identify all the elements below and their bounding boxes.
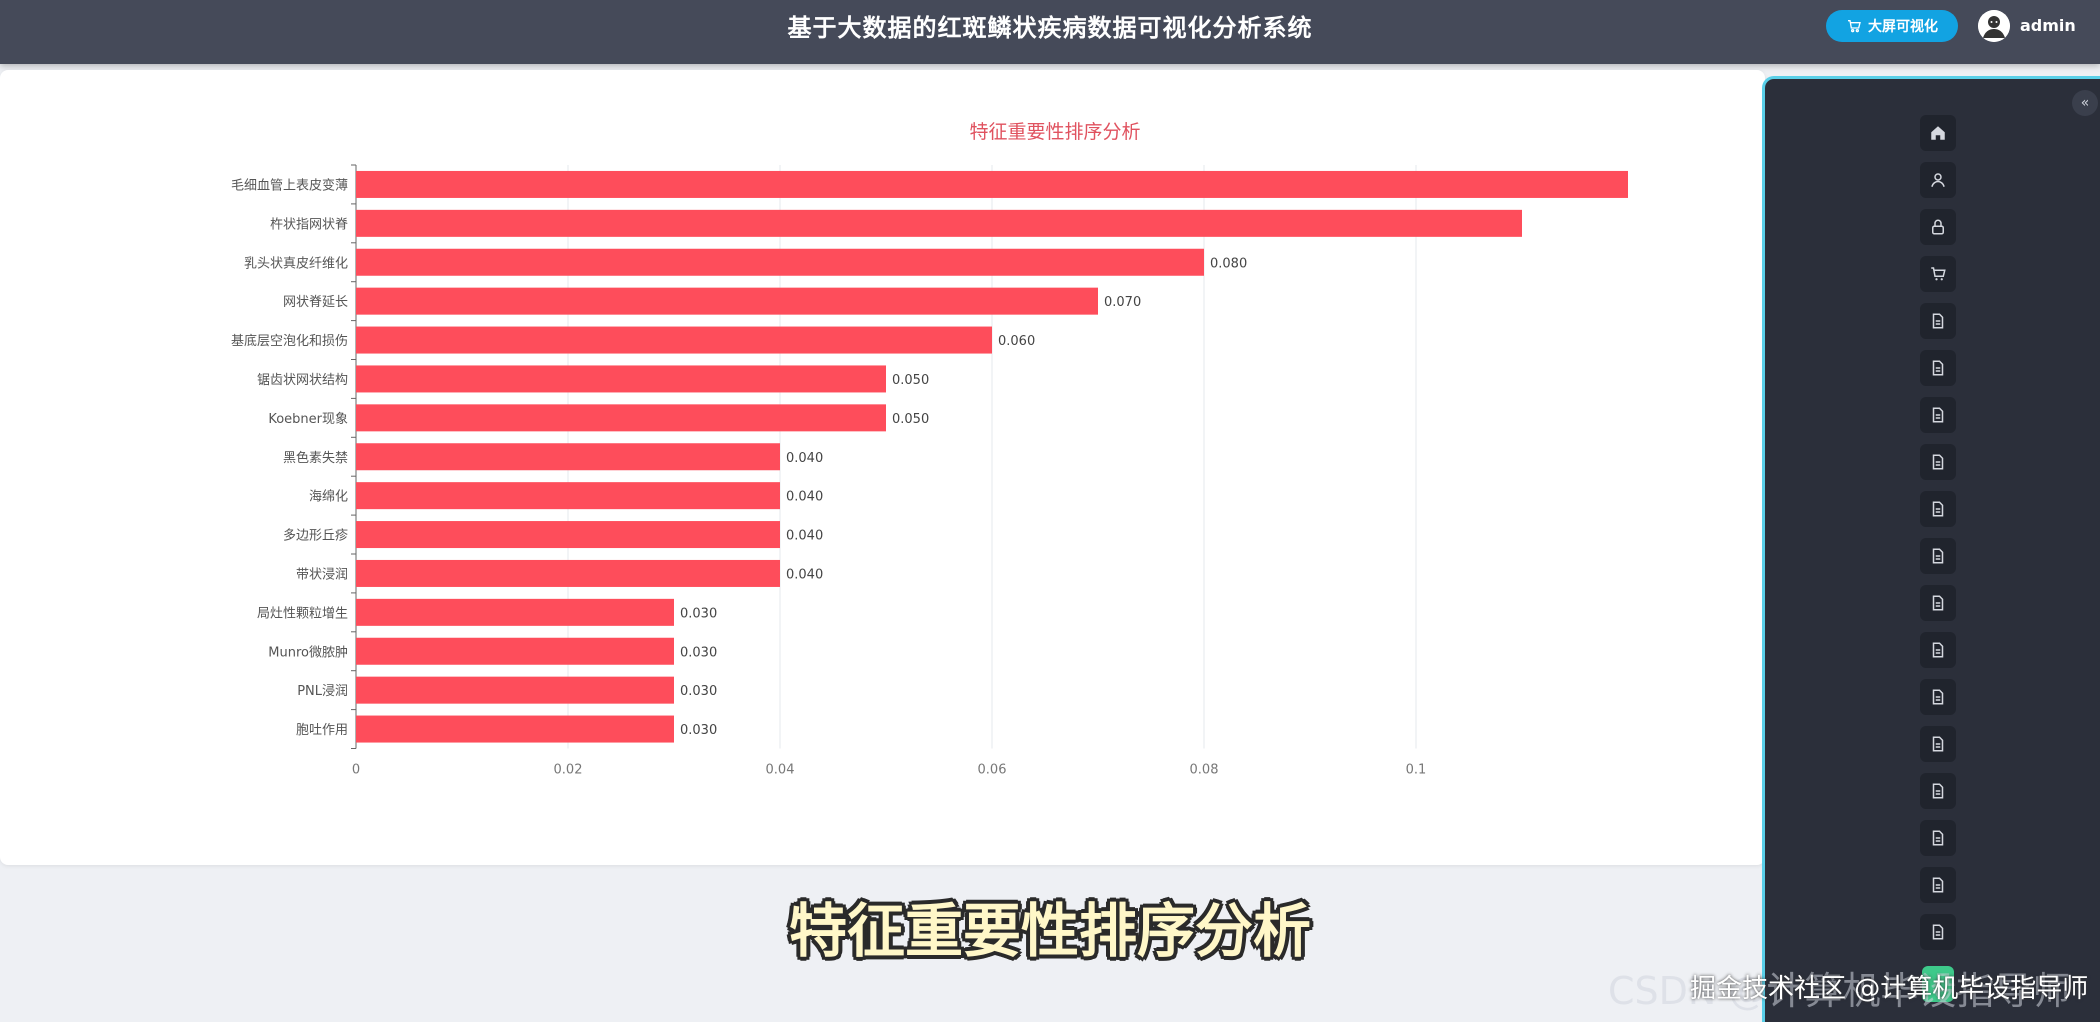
y-tick-label: 毛细血管上表皮变薄 [231, 177, 348, 193]
user-avatar-icon [1978, 10, 2010, 42]
username[interactable]: admin [2020, 14, 2076, 38]
bar [356, 715, 674, 743]
x-tick-label: 0.06 [978, 763, 1007, 778]
document-icon [1932, 642, 1944, 658]
y-tick-label: 基底层空泡化和损伤 [231, 333, 348, 349]
sidebar-item-5[interactable] [1920, 303, 1956, 339]
x-tick-label: 0.02 [554, 763, 583, 778]
data-label: 0.030 [680, 723, 717, 738]
sidebar-item-10[interactable] [1920, 538, 1956, 574]
document-icon [1932, 783, 1944, 799]
bar [356, 637, 674, 665]
y-tick-label: PNL浸润 [297, 684, 348, 699]
sidebar-item-12[interactable] [1920, 632, 1956, 668]
bar [356, 443, 780, 471]
document-icon [1932, 595, 1944, 611]
y-tick-label: 乳头状真皮纤维化 [244, 256, 348, 271]
document-icon [1932, 360, 1944, 376]
cart-icon [1848, 20, 1861, 33]
bar [356, 482, 780, 510]
document-icon [1932, 454, 1944, 470]
bar [356, 559, 780, 587]
bar [356, 170, 1628, 198]
data-label: 0.030 [680, 684, 717, 699]
video-subtitle: 特征重要性排序分析 [788, 897, 1311, 965]
x-tick-label: 0 [352, 763, 360, 778]
data-label: 0.040 [786, 529, 823, 544]
document-icon [1932, 407, 1944, 423]
avatar[interactable] [1978, 10, 2010, 42]
home-icon [1931, 126, 1945, 140]
bar [356, 248, 1204, 276]
data-label: 0.030 [680, 645, 717, 660]
bar [356, 598, 674, 626]
data-label: 0.070 [1104, 295, 1141, 310]
data-label: 0.040 [786, 490, 823, 505]
sidebar-item-3[interactable] [1920, 209, 1956, 245]
y-tick-label: 胞吐作用 [296, 723, 348, 738]
sidebar-item-15[interactable] [1920, 773, 1956, 809]
document-icon [1932, 548, 1944, 564]
x-tick-label: 0.04 [766, 763, 795, 778]
bigscreen-button-label: 大屏可视化 [1868, 19, 1938, 35]
data-label: 0.030 [680, 606, 717, 621]
page-title: 基于大数据的红斑鳞状疾病数据可视化分析系统 [787, 14, 1313, 42]
y-tick-label: 网状脊延长 [283, 295, 348, 310]
data-label: 0.080 [1210, 256, 1247, 271]
document-icon [1932, 313, 1944, 329]
sidebar-item-7[interactable] [1920, 397, 1956, 433]
document-icon [1932, 689, 1944, 705]
y-tick-label: 海绵化 [309, 490, 348, 505]
bar [356, 365, 886, 393]
document-icon [1932, 736, 1944, 752]
chart-card: 特征重要性排序分析 0 0.02 0.04 0.06 0.08 0.1 毛细血管上表皮变薄杵状… [0, 70, 1765, 865]
sidebar-item-6[interactable] [1920, 350, 1956, 386]
sidebar-item-11[interactable] [1920, 585, 1956, 621]
data-label: 0.040 [786, 451, 823, 466]
sidebar-item-16[interactable] [1920, 820, 1956, 856]
bar [356, 326, 992, 354]
data-label: 0.040 [786, 567, 823, 582]
y-tick-label: 带状浸润 [296, 567, 348, 582]
y-tick-label: 黑色素失禁 [283, 450, 348, 466]
y-tick-label: Koebner现象 [268, 412, 348, 427]
sidebar-item-13[interactable] [1920, 679, 1956, 715]
document-icon [1932, 501, 1944, 517]
y-tick-label: 局灶性颗粒增生 [257, 606, 348, 621]
sidebar-item-8[interactable] [1920, 444, 1956, 480]
bar [356, 209, 1522, 237]
data-label: 0.050 [892, 412, 929, 427]
bar [356, 521, 780, 549]
sidebar-item-9[interactable] [1920, 491, 1956, 527]
bar [356, 404, 886, 432]
sidebar-item-14[interactable] [1920, 726, 1956, 762]
x-tick-label: 0.1 [1406, 763, 1427, 778]
user-icon [1931, 173, 1945, 187]
y-tick-label: 多边形丘疹 [283, 528, 348, 544]
feature-importance-chart: 特征重要性排序分析 0 0.02 0.04 0.06 0.08 0.1 毛细血管上表皮变薄杵状… [231, 121, 1628, 778]
sidebar-item-4[interactable] [1920, 256, 1956, 292]
y-tick-label: 杵状指网状脊 [270, 217, 348, 232]
y-tick-label: 锯齿状网状结构 [257, 373, 348, 388]
y-tick-label: Munro微脓肿 [268, 644, 348, 660]
data-label: 0.050 [892, 373, 929, 388]
bigscreen-button[interactable]: 大屏可视化 [1826, 10, 1958, 42]
cart-icon [1931, 267, 1946, 281]
sidebar-item-2[interactable] [1920, 162, 1956, 198]
chart-title: 特征重要性排序分析 [969, 121, 1140, 143]
double-chevron-left-icon[interactable]: « [2072, 90, 2098, 116]
data-label: 0.060 [998, 334, 1035, 349]
document-icon [1932, 830, 1944, 846]
lock-icon [1932, 219, 1944, 235]
watermark-juejin: 掘金技术社区 @计算机毕设指导师 [1690, 974, 2089, 1004]
bar [356, 676, 674, 704]
x-tick-label: 0.08 [1190, 763, 1219, 778]
bar [356, 287, 1098, 315]
sidebar-item-1[interactable] [1920, 115, 1956, 151]
